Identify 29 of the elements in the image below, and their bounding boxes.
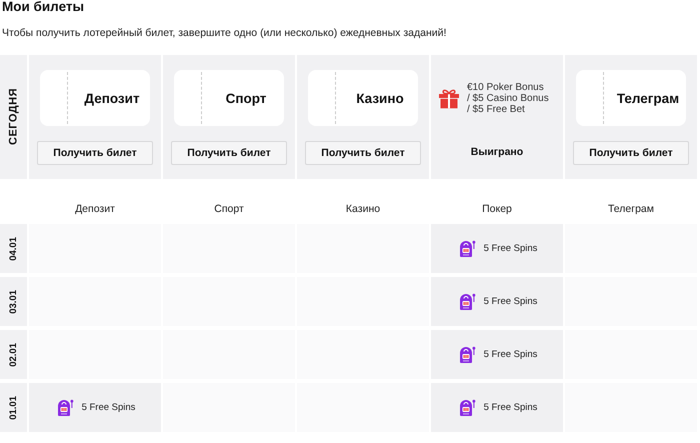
- won-status: Выиграно: [470, 146, 524, 158]
- ticket-title: Спорт: [224, 90, 268, 106]
- reward-text: 5 Free Spins: [82, 402, 136, 413]
- get-ticket-button[interactable]: Получить билет: [37, 141, 153, 165]
- page-title: Мои билеты: [1, 0, 86, 14]
- column-header: Казино: [344, 203, 382, 215]
- get-ticket-button[interactable]: Получить билет: [305, 141, 421, 165]
- column-header: Депозит: [74, 203, 116, 215]
- column-header: Покер: [481, 203, 513, 215]
- ticket-title: Депозит: [83, 90, 141, 106]
- reward-text: 5 Free Spins: [484, 402, 538, 413]
- prize-text: / $5 Free Bet: [467, 104, 526, 114]
- today-label: СЕГОДНЯ: [0, 55, 27, 179]
- column-header: Спорт: [213, 203, 245, 215]
- ticket-title: Казино: [355, 90, 405, 106]
- date-label: 01.01: [8, 396, 19, 420]
- prize-text: €10 Poker Bonus: [467, 82, 545, 92]
- get-ticket-button[interactable]: Получить билет: [573, 141, 689, 165]
- date-label: 02.01: [8, 342, 19, 366]
- date-label: 04.01: [8, 236, 19, 260]
- ticket-title: Телеграм: [616, 90, 680, 106]
- reward-text: 5 Free Spins: [484, 243, 538, 254]
- get-ticket-button[interactable]: Получить билет: [171, 141, 287, 165]
- instruction-text: Чтобы получить лотерейный билет, завершите одно (или несколько) ежедневных заданий!: [2, 27, 448, 39]
- date-label: 03.01: [8, 290, 19, 314]
- reward-text: 5 Free Spins: [484, 296, 538, 307]
- column-header: Телеграм: [606, 203, 655, 215]
- prize-text: / $5 Casino Bonus: [467, 92, 549, 104]
- reward-text: 5 Free Spins: [484, 349, 538, 360]
